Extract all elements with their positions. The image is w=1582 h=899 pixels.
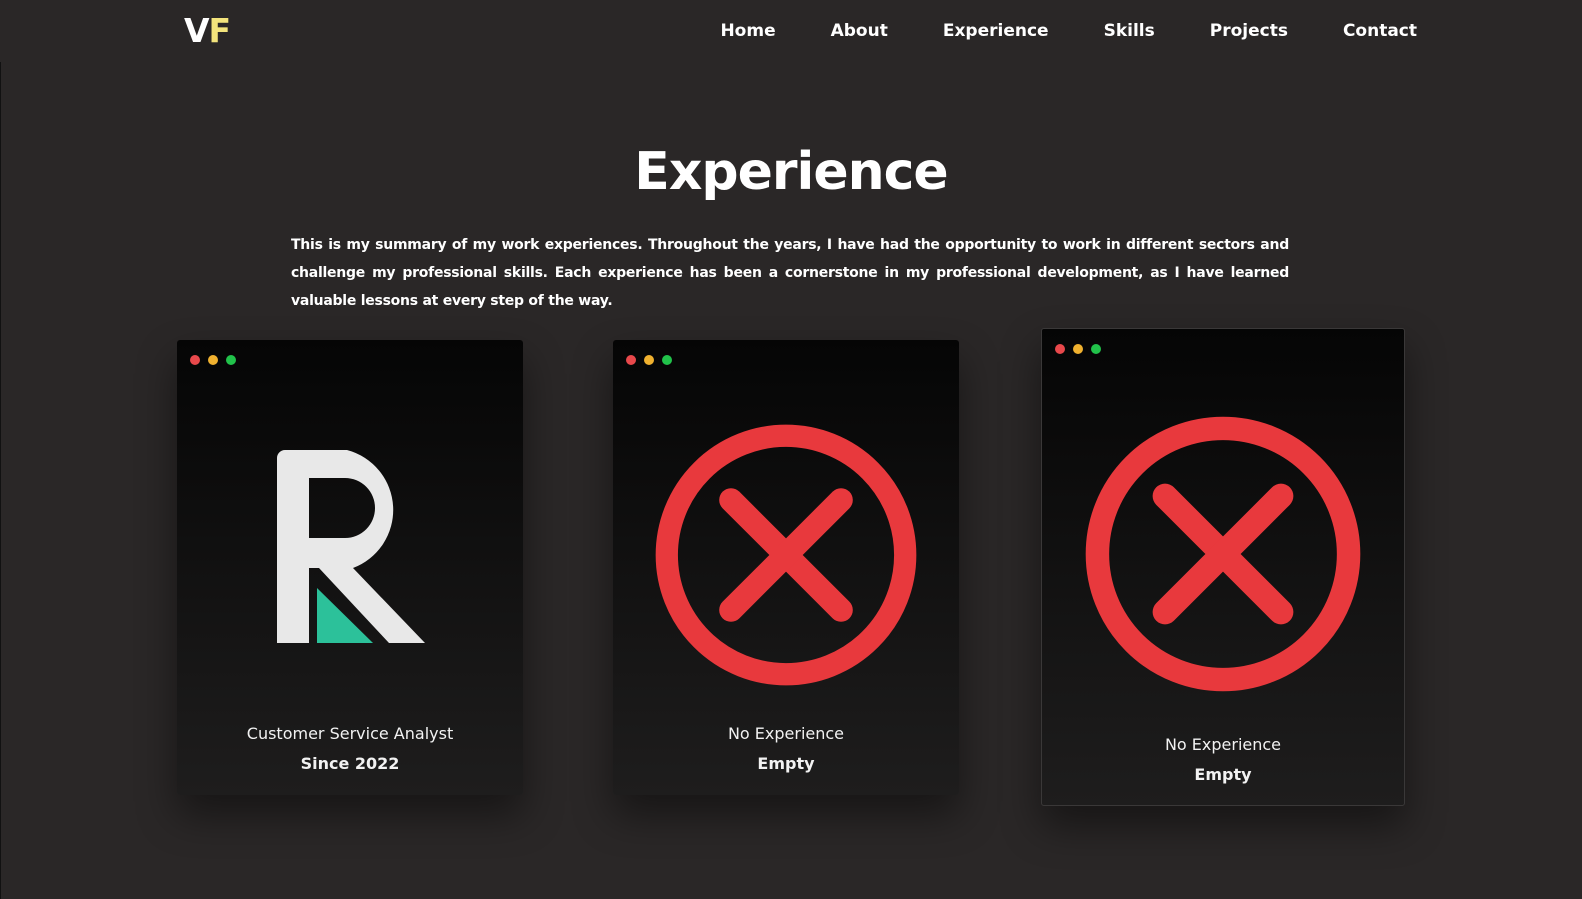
card-title: No Experience — [727, 724, 845, 743]
nav-link-experience[interactable]: Experience — [943, 19, 1049, 43]
r-company-logo-icon — [277, 450, 425, 643]
window-dot-green-icon — [1091, 344, 1101, 354]
site-logo[interactable]: VF — [184, 11, 232, 50]
nav-link-home[interactable]: Home — [720, 19, 775, 43]
card-title: Customer Service Analyst — [246, 724, 454, 743]
window-dot-green-icon — [662, 355, 672, 365]
logo-letter-v: V — [184, 11, 210, 50]
window-dot-red-icon — [1055, 344, 1065, 354]
x-circle-icon — [1085, 416, 1361, 692]
window-dot-yellow-icon — [1073, 344, 1083, 354]
nav-links: Home About Experience Skills Projects Co… — [720, 19, 1417, 43]
nav-link-contact[interactable]: Contact — [1343, 19, 1417, 43]
x-circle-icon — [655, 424, 917, 686]
card-subtitle: Empty — [1194, 765, 1252, 784]
card-title: No Experience — [1164, 735, 1282, 754]
section-summary: This is my summary of my work experience… — [291, 237, 1289, 309]
navbar: VF Home About Experience Skills Projects… — [0, 0, 1582, 62]
card-subtitle: Since 2022 — [300, 754, 400, 773]
logo-letter-f: F — [208, 11, 232, 50]
nav-link-skills[interactable]: Skills — [1104, 19, 1155, 43]
experience-card[interactable]: No Experience Empty — [613, 340, 959, 795]
window-dot-yellow-icon — [208, 355, 218, 365]
card-subtitle: Empty — [757, 754, 815, 773]
experience-card[interactable]: No Experience Empty — [1041, 328, 1405, 806]
nav-link-about[interactable]: About — [831, 19, 888, 43]
experience-card[interactable]: Customer Service Analyst Since 2022 — [177, 340, 523, 795]
window-dots — [190, 355, 236, 365]
window-dots — [626, 355, 672, 365]
nav-link-projects[interactable]: Projects — [1210, 19, 1288, 43]
page: VF Home About Experience Skills Projects… — [0, 0, 1582, 899]
window-dot-red-icon — [190, 355, 200, 365]
section-title: Experience — [634, 142, 948, 202]
window-dot-green-icon — [226, 355, 236, 365]
window-dot-yellow-icon — [644, 355, 654, 365]
window-dots — [1055, 344, 1101, 354]
window-dot-red-icon — [626, 355, 636, 365]
